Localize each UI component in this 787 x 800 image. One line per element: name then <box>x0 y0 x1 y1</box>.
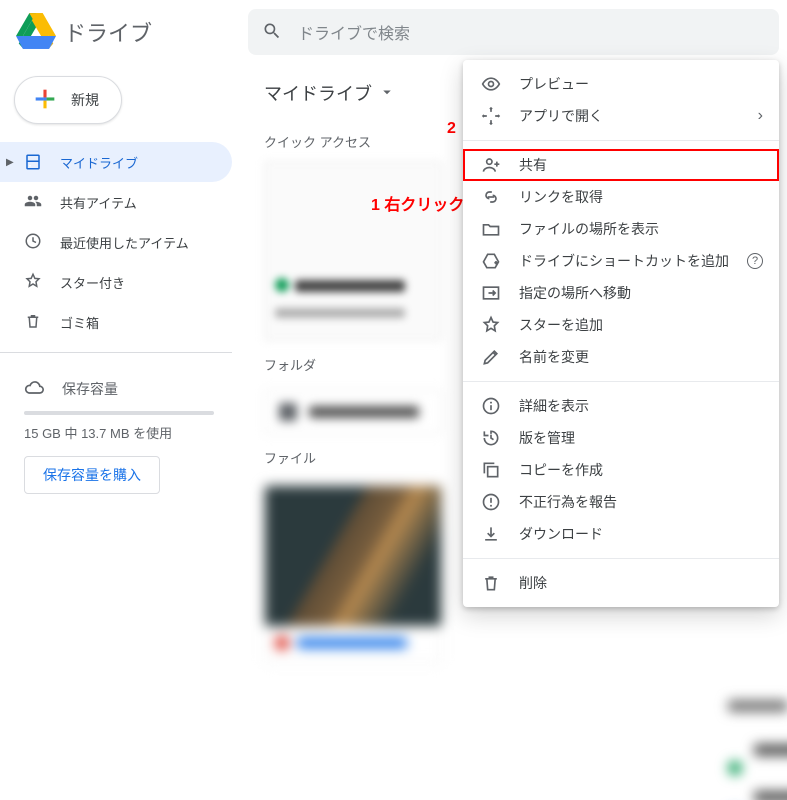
header: ドライブ ドライブで検索 <box>0 0 787 64</box>
menu-label: リンクを取得 <box>519 187 763 207</box>
menu-get-link[interactable]: リンクを取得 <box>463 181 779 213</box>
menu-preview[interactable]: プレビュー <box>463 68 779 100</box>
person-add-icon <box>481 155 501 175</box>
nav-label: スター付き <box>60 273 125 292</box>
storage-bar <box>24 411 214 415</box>
info-icon <box>481 396 501 416</box>
menu-separator <box>463 381 779 382</box>
menu-label: 指定の場所へ移動 <box>519 283 763 303</box>
cloud-icon <box>24 378 44 401</box>
file-item[interactable] <box>264 485 442 663</box>
plus-icon <box>31 85 59 116</box>
download-icon <box>481 524 501 544</box>
folder-item[interactable] <box>264 390 442 434</box>
menu-label: ファイルの場所を表示 <box>519 219 763 239</box>
folder-icon <box>481 219 501 239</box>
nav-label: マイドライブ <box>60 153 138 172</box>
nav-label: ゴミ箱 <box>60 313 99 332</box>
search-icon <box>262 21 282 44</box>
menu-label: ダウンロード <box>519 524 763 544</box>
chevron-right-icon: › <box>758 107 763 125</box>
menu-label: 不正行為を報告 <box>519 492 763 512</box>
buy-storage-button[interactable]: 保存容量を購入 <box>24 456 160 494</box>
menu-report-abuse[interactable]: 不正行為を報告 <box>463 486 779 518</box>
my-drive-icon <box>24 153 42 171</box>
nav-starred[interactable]: スター付き <box>0 262 232 302</box>
nav-list: ▶ マイドライブ 共有アイテム 最近使用したアイテム <box>0 142 232 342</box>
menu-add-star[interactable]: スターを追加 <box>463 309 779 341</box>
star-icon <box>481 315 501 335</box>
menu-remove[interactable]: 削除 <box>463 567 779 599</box>
menu-label: 名前を変更 <box>519 347 763 367</box>
storage-usage: 15 GB 中 13.7 MB を使用 <box>24 423 232 442</box>
sidebar: 新規 ▶ マイドライブ 共有アイテム 最近使用したアイテム <box>0 64 248 800</box>
menu-label: 共有 <box>519 155 763 175</box>
menu-share[interactable]: 共有 <box>463 149 779 181</box>
report-icon <box>481 492 501 512</box>
menu-label: アプリで開く <box>519 106 758 126</box>
nav-label: 最近使用したアイテム <box>60 233 189 252</box>
caret-right-icon: ▶ <box>6 157 14 168</box>
context-menu: プレビュー アプリで開く › 共有 リンクを取得 ファイルの場所を表示 ドライブ… <box>463 60 779 607</box>
menu-label: 詳細を表示 <box>519 396 763 416</box>
menu-add-shortcut[interactable]: ドライブにショートカットを追加 ? <box>463 245 779 277</box>
menu-details[interactable]: 詳細を表示 <box>463 390 779 422</box>
menu-label: プレビュー <box>519 74 763 94</box>
eye-icon <box>481 74 501 94</box>
nav-shared[interactable]: 共有アイテム <box>0 182 232 222</box>
nav-label: 共有アイテム <box>60 193 137 212</box>
quick-access-card[interactable] <box>264 161 442 341</box>
copy-icon <box>481 460 501 480</box>
move-icon <box>481 283 501 303</box>
new-button[interactable]: 新規 <box>14 76 122 124</box>
menu-label: 削除 <box>519 573 763 593</box>
divider <box>0 352 232 353</box>
menu-label: スターを追加 <box>519 315 763 335</box>
new-button-label: 新規 <box>71 90 99 110</box>
brand: ドライブ <box>0 11 248 54</box>
drive-shortcut-icon <box>481 251 501 271</box>
nav-my-drive[interactable]: ▶ マイドライブ <box>0 142 232 182</box>
menu-show-location[interactable]: ファイルの場所を表示 <box>463 213 779 245</box>
storage-row[interactable]: 保存容量 <box>24 369 232 409</box>
pencil-icon <box>481 347 501 367</box>
menu-label: ドライブにショートカットを追加 <box>519 251 749 271</box>
recent-icon <box>24 232 42 253</box>
blurred-content <box>728 684 787 800</box>
breadcrumb-label: マイドライブ <box>264 80 372 106</box>
nav-trash[interactable]: ゴミ箱 <box>0 302 232 342</box>
trash-icon <box>481 573 501 593</box>
caret-down-icon <box>378 81 396 106</box>
help-icon[interactable]: ? <box>747 253 763 269</box>
storage-label: 保存容量 <box>62 379 118 399</box>
menu-move-to[interactable]: 指定の場所へ移動 <box>463 277 779 309</box>
open-with-icon <box>481 106 501 126</box>
menu-separator <box>463 140 779 141</box>
shared-icon <box>24 192 42 213</box>
menu-open-with[interactable]: アプリで開く › <box>463 100 779 132</box>
storage-section: 保存容量 15 GB 中 13.7 MB を使用 保存容量を購入 <box>0 363 232 494</box>
menu-make-copy[interactable]: コピーを作成 <box>463 454 779 486</box>
menu-label: コピーを作成 <box>519 460 763 480</box>
brand-title: ドライブ <box>64 16 152 48</box>
link-icon <box>481 187 501 207</box>
menu-rename[interactable]: 名前を変更 <box>463 341 779 373</box>
nav-recent[interactable]: 最近使用したアイテム <box>0 222 232 262</box>
history-icon <box>481 428 501 448</box>
menu-separator <box>463 558 779 559</box>
menu-download[interactable]: ダウンロード <box>463 518 779 550</box>
menu-label: 版を管理 <box>519 428 763 448</box>
menu-manage-versions[interactable]: 版を管理 <box>463 422 779 454</box>
drive-logo-icon <box>16 11 56 54</box>
star-icon <box>24 272 42 293</box>
search-placeholder: ドライブで検索 <box>298 20 410 44</box>
search-box[interactable]: ドライブで検索 <box>248 9 779 55</box>
trash-icon <box>24 312 42 333</box>
